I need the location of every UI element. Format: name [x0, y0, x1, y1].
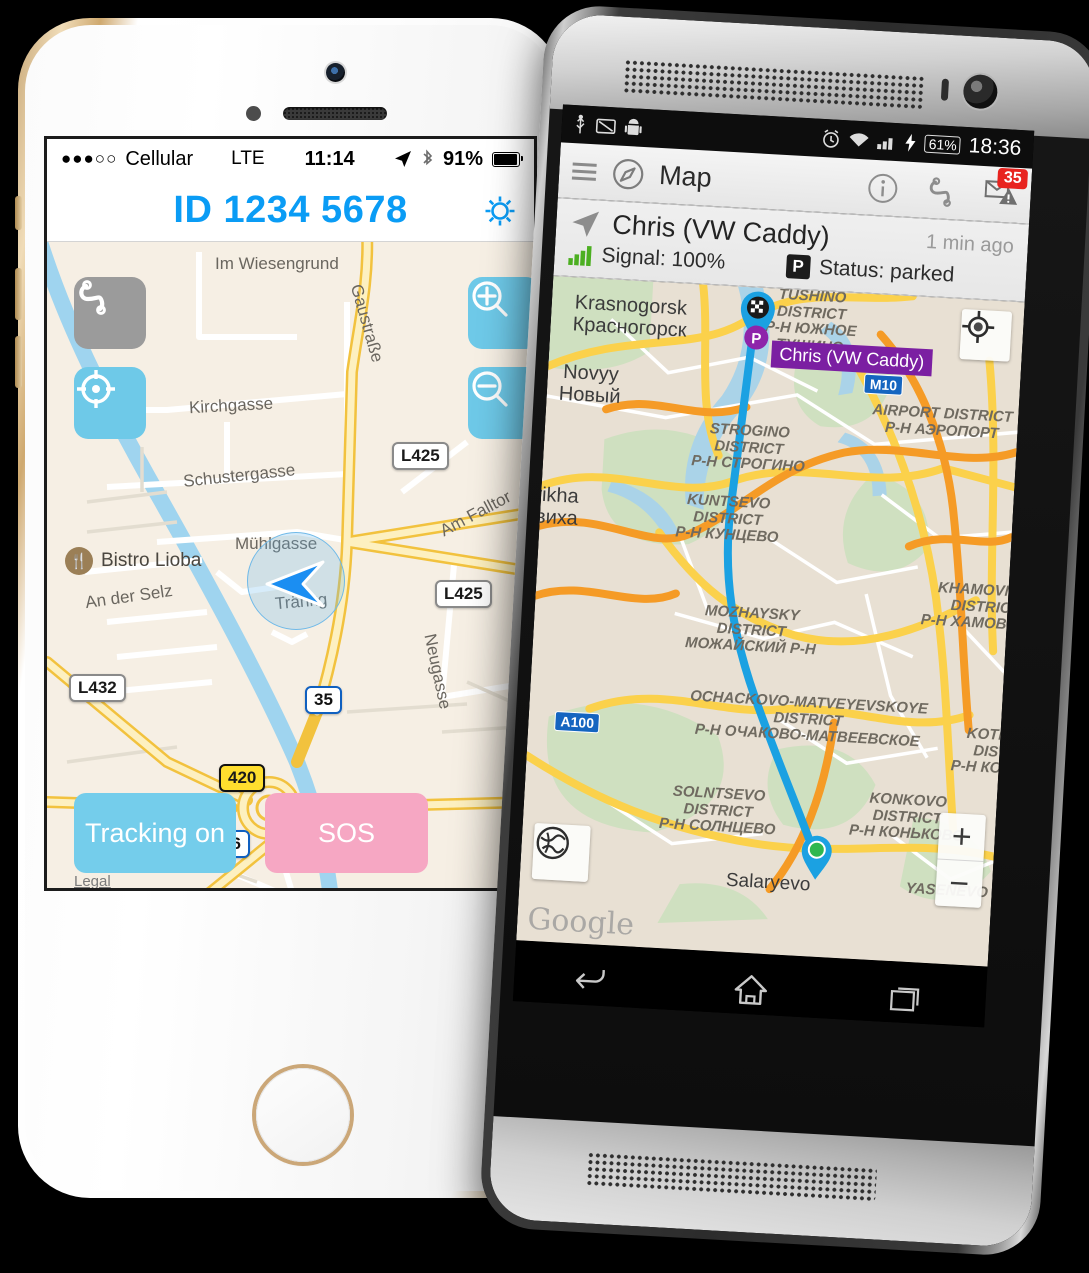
- home-button[interactable]: [256, 1068, 350, 1162]
- sd-card-icon: [595, 118, 616, 134]
- zoom-in-icon: [472, 281, 508, 317]
- last-update-time: 1 min ago: [925, 230, 1015, 258]
- district-label: KUNTSEVO DISTRICT Р-Н КУНЦЕВО: [674, 490, 779, 547]
- battery-icon: [492, 151, 523, 167]
- zoom-out-icon: [472, 371, 508, 407]
- legal-link[interactable]: Legal: [74, 873, 111, 888]
- signal-dots-icon: ●●●○○: [61, 149, 118, 168]
- district-label: SOLNTSEVO DISTRICT Р-Н СОЛНЦЕВО: [658, 782, 776, 839]
- location-arrow-icon: [394, 151, 411, 167]
- district-label: MOZHAYSKY DISTRICT МОЖАЙСКИЙ Р-Н: [684, 602, 817, 659]
- android-screen: 61% 18:36 Map 35 Chris (VW Caddy) 1 min …: [512, 104, 1035, 1028]
- scene: ●●●○○ Cellular LTE 11:14 91% ID 1234 567…: [0, 0, 1089, 1273]
- signal-label: Signal: 100%: [601, 243, 726, 274]
- boomsound-speaker: [585, 1151, 878, 1202]
- poi-label: Bistro Lioba: [101, 550, 202, 571]
- parking-marker-icon[interactable]: P: [741, 323, 771, 355]
- gps-heading-arrow: [265, 560, 325, 608]
- zoom-in-button[interactable]: [468, 277, 534, 349]
- carrier-label: Cellular: [125, 147, 194, 170]
- street-label: Im Wiesengrund: [215, 254, 339, 273]
- poi-bistro[interactable]: 🍴 Bistro Lioba: [65, 547, 201, 575]
- restaurant-icon: 🍴: [65, 547, 93, 575]
- road-shield: L432: [69, 674, 126, 702]
- recents-icon[interactable]: [888, 983, 926, 1015]
- proximity-sensor-icon: [940, 78, 950, 101]
- front-camera: [326, 63, 345, 82]
- front-camera: [962, 73, 999, 110]
- action-bar: Tracking on SOS Legal: [47, 793, 534, 888]
- battery-percent-label: 91%: [442, 147, 483, 170]
- sos-button[interactable]: SOS: [265, 793, 428, 873]
- battery-percent-label: 61%: [924, 134, 962, 155]
- page-title: Map: [658, 159, 713, 193]
- volume-up-button[interactable]: [15, 268, 22, 320]
- signal-bars-icon: [568, 245, 592, 267]
- ios-map[interactable]: Im Wiesengrund Gaustraße Kirchgasse Schu…: [47, 242, 534, 888]
- cell-signal-icon: [877, 137, 894, 150]
- layers-globe-icon: [536, 826, 569, 860]
- status-label: Status: parked: [818, 255, 955, 287]
- gear-icon[interactable]: [480, 191, 520, 236]
- back-arrow-icon[interactable]: [574, 965, 614, 997]
- hamburger-menu-icon[interactable]: [571, 160, 598, 181]
- route-button[interactable]: [74, 277, 146, 349]
- status-clock: 18:36: [968, 134, 1022, 161]
- ios-title-bar: ID 1234 5678: [47, 179, 534, 242]
- iphone-device: ●●●○○ Cellular LTE 11:14 91% ID 1234 567…: [15, 18, 563, 1198]
- mute-switch[interactable]: [15, 196, 22, 230]
- volume-down-button[interactable]: [15, 336, 22, 388]
- route-icon[interactable]: [924, 173, 960, 209]
- navigation-arrow-icon: [572, 211, 600, 237]
- info-icon[interactable]: [866, 171, 900, 205]
- android-bottom-panel: [487, 1116, 1035, 1249]
- wifi-icon: [850, 132, 870, 146]
- layers-button[interactable]: [531, 822, 591, 882]
- home-icon[interactable]: [732, 972, 770, 1008]
- earpiece-speaker: [283, 107, 387, 120]
- tracking-button[interactable]: Tracking on: [74, 793, 236, 873]
- android-robot-icon: [624, 118, 642, 135]
- messages-button[interactable]: 35: [984, 167, 1029, 212]
- page-title: ID 1234 5678: [173, 188, 408, 231]
- earpiece-speaker: [622, 58, 925, 110]
- network-label: LTE: [231, 148, 265, 169]
- svg-text:P: P: [751, 330, 762, 348]
- proximity-sensor-icon: [246, 106, 261, 121]
- google-map[interactable]: Krasnogorsk Красногорск Novyy Новый rvikha…: [516, 276, 1025, 967]
- iphone-screen: ●●●○○ Cellular LTE 11:14 91% ID 1234 567…: [44, 136, 537, 891]
- map-zoom-controls: + −: [934, 812, 986, 908]
- compass-icon[interactable]: [610, 156, 646, 192]
- android-device: 61% 18:36 Map 35 Chris (VW Caddy) 1 min …: [478, 3, 1089, 1258]
- my-location-button[interactable]: [959, 309, 1013, 362]
- road-shield: L425: [392, 442, 449, 470]
- road-shield: 420: [219, 764, 266, 792]
- unread-badge: 35: [997, 167, 1029, 190]
- zoom-out-button[interactable]: −: [935, 859, 983, 907]
- current-position-marker-icon[interactable]: [798, 831, 835, 883]
- ios-status-bar: ●●●○○ Cellular LTE 11:14 91%: [47, 139, 534, 179]
- usb-icon: [576, 114, 585, 134]
- route-icon: [79, 280, 106, 315]
- road-shield: 35: [305, 686, 342, 714]
- center-location-button[interactable]: [74, 367, 146, 439]
- charging-bolt-icon: [905, 133, 916, 152]
- status-clock: 11:14: [304, 147, 355, 170]
- google-attribution: Google: [526, 901, 635, 943]
- crosshair-icon: [77, 370, 115, 408]
- road-shield: M10: [863, 373, 904, 396]
- road-shield: A100: [554, 710, 601, 734]
- parking-icon: P: [785, 254, 811, 280]
- alarm-icon: [823, 129, 840, 148]
- city-label: Krasnogorsk Красногорск: [572, 291, 688, 342]
- city-label: Novyy Новый: [558, 360, 622, 409]
- my-location-icon: [962, 310, 995, 343]
- zoom-in-button[interactable]: +: [937, 812, 986, 863]
- district-label: STROGINO DISTRICT Р-Н СТРОГИНО: [690, 420, 806, 476]
- bluetooth-icon: [423, 149, 433, 166]
- road-shield: L425: [435, 580, 492, 608]
